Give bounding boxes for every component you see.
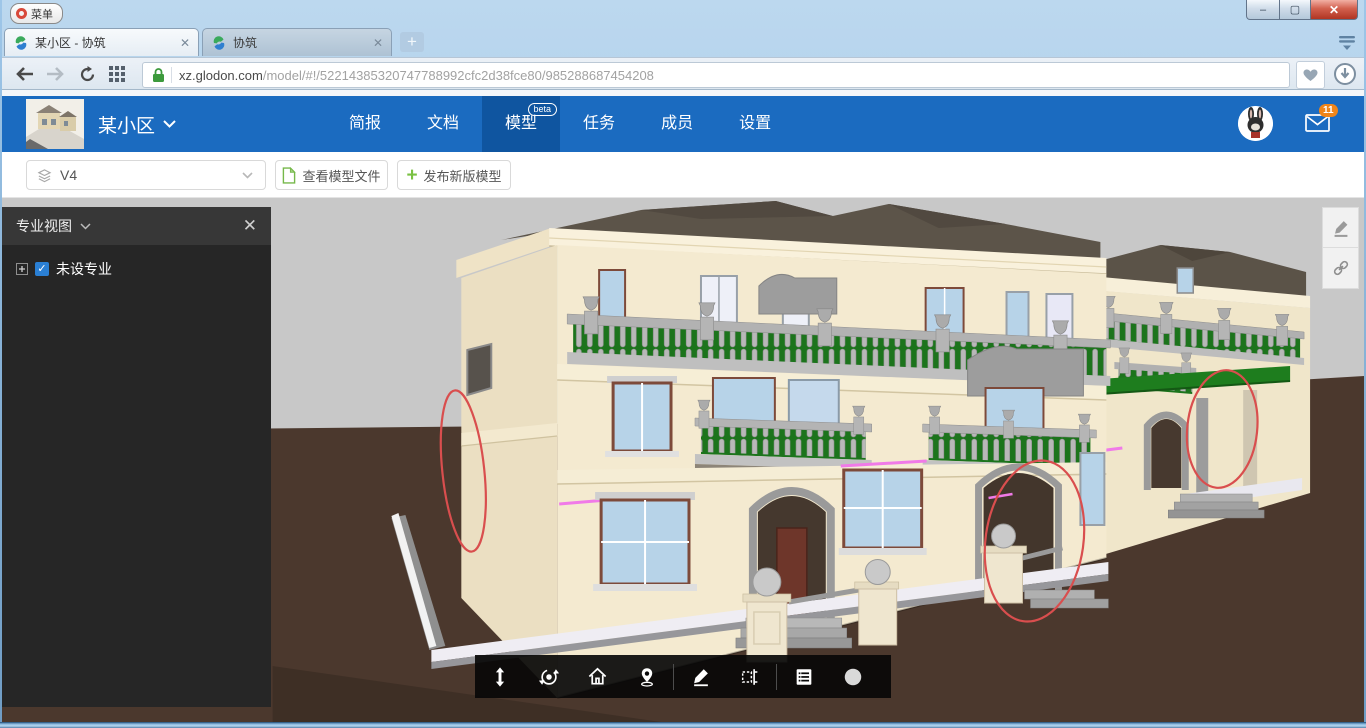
file-icon [282,167,296,184]
nav-item-briefing[interactable]: 简报 [326,96,404,152]
chevron-down-icon[interactable] [80,223,91,230]
nav-item-model-label: 模型 [505,115,537,132]
window-border-left [0,0,2,728]
markup-pencil-button[interactable] [676,655,725,698]
tab-close-icon[interactable]: ✕ [180,36,190,50]
panel-header: 专业视图 ✕ [2,207,271,245]
project-title-label: 某小区 [98,111,155,138]
model-toolbar: V4 查看模型文件 + 发布新版模型 [2,152,1364,198]
new-tab-button[interactable]: + [400,32,424,52]
nav-item-tasks[interactable]: 任务 [560,96,638,152]
back-icon[interactable] [14,63,36,85]
toolbar-divider [776,664,777,690]
window-border-bottom [0,722,1366,728]
properties-list-button[interactable] [779,655,828,698]
tree-item-label: 未设专业 [56,259,112,279]
opera-menu-label: 菜单 [31,6,53,22]
nav-item-settings[interactable]: 设置 [716,96,794,152]
project-thumbnail[interactable] [26,99,84,149]
locate-button[interactable] [622,655,671,698]
tab-title: 某小区 - 协筑 [35,34,174,51]
mail-badge: 11 [1319,104,1338,117]
chevron-down-icon [163,120,176,128]
app-nav-menu: 简报 文档 模型 beta 任务 成员 设置 [326,96,794,152]
viewer-bottom-toolbar [475,655,891,698]
view-model-files-label: 查看模型文件 [302,166,380,185]
version-label: V4 [60,167,77,183]
browser-window: 菜单 – ▢ ✕ 某小区 - 协筑 ✕ 协筑 ✕ + [0,0,1366,728]
plus-icon: + [406,166,417,185]
publish-model-button[interactable]: + 发布新版模型 [397,160,511,190]
section-button[interactable] [725,655,774,698]
expand-icon[interactable] [16,263,28,275]
opera-menu-button[interactable]: 菜单 [10,3,63,24]
move-vertical-button[interactable] [475,655,524,698]
maximize-button[interactable]: ▢ [1280,0,1311,20]
tab-menu-icon[interactable] [1338,35,1356,56]
chevron-down-icon [242,172,253,179]
share-link-button[interactable] [1322,248,1359,289]
tab-title: 协筑 [233,34,367,51]
model-viewport[interactable]: 专业视图 ✕ ✓ 未设专业 [2,198,1364,722]
close-button[interactable]: ✕ [1311,0,1358,20]
viewer-side-tools [1322,207,1359,289]
address-bar: xz.glodon.com/model/#!/52214385320747788… [2,57,1364,90]
window-controls: – ▢ ✕ [1246,0,1358,20]
app-nav-bar: 某小区 简报 文档 模型 beta 任务 成员 设置 [2,96,1364,152]
layers-icon [37,168,52,183]
mail-notification[interactable]: 11 [1305,113,1331,138]
toolbar-divider [673,664,674,690]
user-avatar[interactable] [1238,106,1273,141]
tab-bar: 某小区 - 协筑 ✕ 协筑 ✕ + [2,28,1364,57]
forward-icon[interactable] [44,63,66,85]
title-bar[interactable]: 菜单 – ▢ ✕ [2,0,1364,28]
url-field[interactable]: xz.glodon.com/model/#!/52214385320747788… [142,62,1290,88]
minimize-button[interactable]: – [1246,0,1280,20]
bookmark-heart-button[interactable] [1296,61,1325,89]
opera-logo-icon [16,8,27,19]
nav-item-documents[interactable]: 文档 [404,96,482,152]
orbit-button[interactable] [524,655,573,698]
panel-close-icon[interactable]: ✕ [243,216,257,236]
glodon-favicon [13,35,29,51]
tab-active[interactable]: 某小区 - 协筑 ✕ [4,28,199,56]
url-path: /model/#!/52214385320747788992cfc2d38fce… [263,68,654,83]
tab-inactive[interactable]: 协筑 ✕ [202,28,392,56]
project-title[interactable]: 某小区 [98,96,176,152]
home-view-button[interactable] [573,655,622,698]
render-mode-button[interactable] [828,655,877,698]
glodon-favicon [211,35,227,51]
speed-dial-icon[interactable] [106,63,128,85]
publish-model-label: 发布新版模型 [424,166,502,185]
lock-icon [152,68,165,83]
url-domain: xz.glodon.com [179,68,263,83]
panel-body: ✓ 未设专业 [2,245,271,707]
beta-badge: beta [528,103,558,116]
annotate-button[interactable] [1322,207,1359,248]
view-model-files-button[interactable]: 查看模型文件 [275,160,388,190]
tree-item[interactable]: ✓ 未设专业 [2,245,271,279]
url-separator [171,67,172,83]
download-button[interactable] [1332,61,1358,87]
checkbox-checked[interactable]: ✓ [35,262,49,276]
tab-close-icon[interactable]: ✕ [373,36,383,50]
nav-item-model[interactable]: 模型 beta [482,96,560,152]
reload-icon[interactable] [76,63,98,85]
discipline-view-panel: 专业视图 ✕ ✓ 未设专业 [2,207,271,707]
version-select[interactable]: V4 [26,160,266,190]
panel-title: 专业视图 [16,216,72,236]
nav-item-members[interactable]: 成员 [638,96,716,152]
